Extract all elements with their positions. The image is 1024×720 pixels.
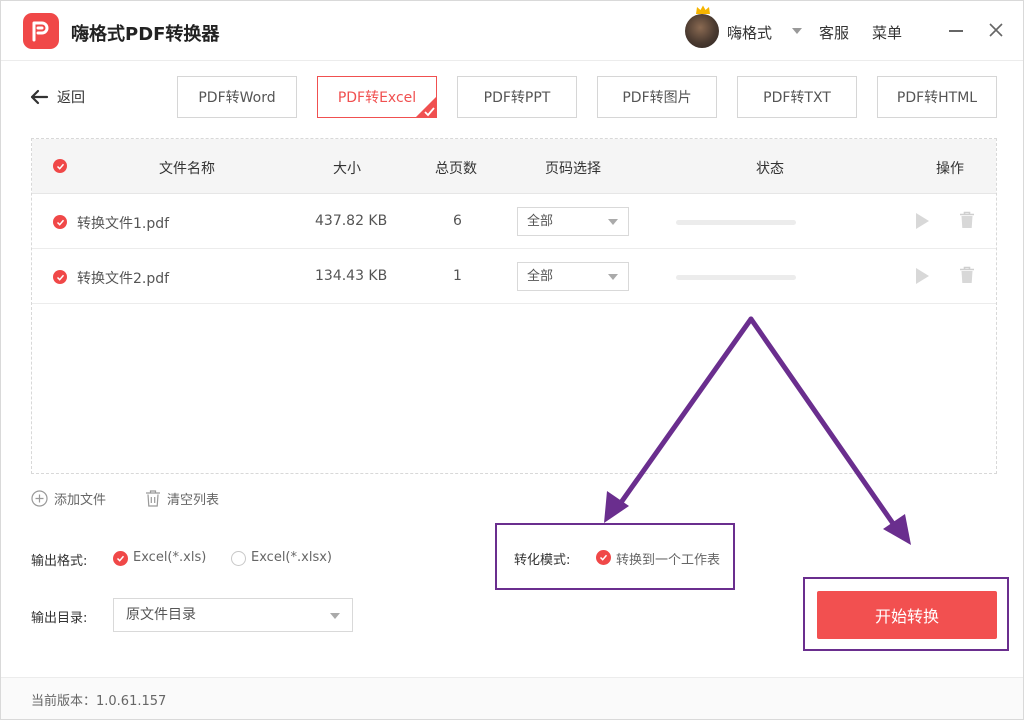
page-count: 6 (453, 213, 462, 229)
arrow-left-icon (30, 89, 49, 105)
back-button[interactable]: 返回 (29, 87, 85, 107)
arrowhead-left (604, 491, 629, 523)
selected-check-icon (415, 96, 437, 118)
start-convert-button[interactable]: 开始转换 (817, 591, 997, 639)
output-dir-dropdown[interactable]: 原文件目录 (113, 598, 353, 632)
page-select-value: 全部 (527, 214, 554, 229)
tab-label: PDF转图片 (622, 90, 692, 106)
back-label: 返回 (57, 90, 85, 106)
page-select-value: 全部 (527, 269, 554, 284)
page-select-dropdown[interactable]: 全部 (517, 262, 629, 291)
trash-icon[interactable] (959, 266, 975, 284)
chevron-down-icon (608, 219, 618, 225)
app-logo-icon (23, 13, 59, 49)
page-count: 1 (453, 268, 462, 284)
title-bar: 嗨格式PDF转换器 嗨格式 客服 菜单 (1, 1, 1023, 61)
column-header-name: 文件名称 (159, 161, 215, 177)
format-xlsx-radio[interactable] (231, 551, 246, 566)
progress-bar (676, 275, 796, 280)
chevron-down-icon (608, 274, 618, 280)
file-size: 437.82 KB (315, 213, 388, 229)
tab-pdf-to-txt[interactable]: PDF转TXT (737, 76, 857, 118)
column-header-size: 大小 (333, 161, 361, 177)
single-sheet-checkbox[interactable] (596, 550, 611, 565)
arrowhead-right (883, 514, 911, 545)
output-format-label: 输出格式: (31, 554, 88, 569)
format-xls-label[interactable]: Excel(*.xls) (133, 550, 206, 565)
user-dropdown-icon[interactable] (792, 28, 802, 34)
file-name: 转换文件1.pdf (77, 216, 170, 232)
tab-label: PDF转Word (198, 90, 276, 106)
row-checkbox[interactable] (53, 270, 67, 284)
version-text: 当前版本：1.0.61.157 (31, 694, 167, 709)
footer: 当前版本：1.0.61.157 (1, 677, 1023, 719)
tab-label: PDF转PPT (483, 90, 551, 106)
output-dir-label: 输出目录: (31, 611, 88, 626)
row-checkbox[interactable] (53, 215, 67, 229)
tab-label: PDF转HTML (896, 90, 978, 106)
tab-pdf-to-html[interactable]: PDF转HTML (877, 76, 997, 118)
app-window: 嗨格式PDF转换器 嗨格式 客服 菜单 返回 PDF转Word PDF转Exce… (0, 0, 1024, 720)
table-row: 转换文件2.pdf 134.43 KB 1 全部 (32, 249, 996, 304)
output-dir-value: 原文件目录 (126, 607, 196, 623)
minimize-icon[interactable] (949, 30, 963, 32)
conversion-mode-label: 转化模式: (514, 553, 571, 568)
user-name[interactable]: 嗨格式 (727, 22, 772, 43)
column-header-action: 操作 (936, 161, 964, 177)
column-header-status: 状态 (756, 161, 784, 177)
add-file-label: 添加文件 (54, 493, 107, 508)
file-name: 转换文件2.pdf (77, 271, 170, 287)
tab-pdf-to-word[interactable]: PDF转Word (177, 76, 297, 118)
page-select-dropdown[interactable]: 全部 (517, 207, 629, 236)
column-header-page-select: 页码选择 (545, 161, 601, 177)
app-title: 嗨格式PDF转换器 (71, 24, 220, 45)
tab-pdf-to-excel[interactable]: PDF转Excel (317, 76, 437, 118)
select-all-checkbox[interactable] (53, 159, 67, 173)
customer-service-link[interactable]: 客服 (819, 22, 849, 43)
table-header: 文件名称 大小 总页数 页码选择 状态 操作 (32, 139, 996, 194)
format-xls-radio[interactable] (113, 551, 128, 566)
clear-list-label: 清空列表 (167, 493, 220, 508)
tab-label: PDF转Excel (337, 90, 417, 106)
single-sheet-label[interactable]: 转换到一个工作表 (616, 549, 720, 568)
avatar[interactable] (685, 14, 719, 48)
table-row: 转换文件1.pdf 437.82 KB 6 全部 (32, 194, 996, 249)
progress-bar (676, 220, 796, 225)
add-file-button[interactable]: 添加文件 (31, 489, 106, 508)
format-xlsx-label[interactable]: Excel(*.xlsx) (251, 550, 332, 565)
column-header-pages: 总页数 (435, 161, 477, 177)
trash-outline-icon (146, 490, 160, 507)
play-icon[interactable] (914, 212, 930, 230)
tab-label: PDF转TXT (763, 90, 831, 106)
close-icon[interactable] (987, 21, 1005, 39)
tab-pdf-to-image[interactable]: PDF转图片 (597, 76, 717, 118)
file-table: 文件名称 大小 总页数 页码选择 状态 操作 转换文件1.pdf 437.82 … (31, 138, 997, 474)
chevron-down-icon (330, 613, 340, 619)
menu-link[interactable]: 菜单 (872, 22, 902, 43)
clear-list-button[interactable]: 清空列表 (145, 489, 219, 508)
play-icon[interactable] (914, 267, 930, 285)
tab-pdf-to-ppt[interactable]: PDF转PPT (457, 76, 577, 118)
file-size: 134.43 KB (315, 268, 388, 284)
trash-icon[interactable] (959, 211, 975, 229)
add-circle-icon (31, 490, 48, 507)
